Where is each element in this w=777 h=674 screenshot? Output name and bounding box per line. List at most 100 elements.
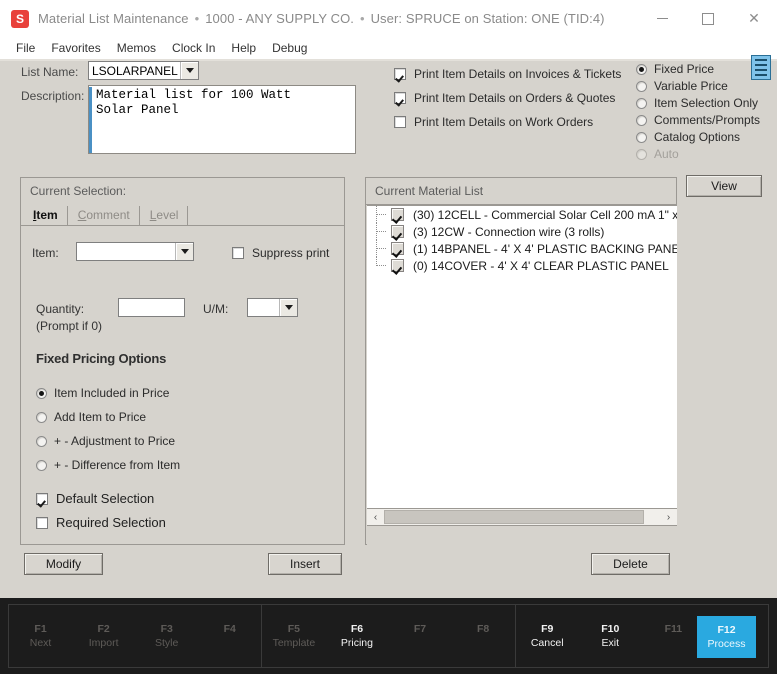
scrollbar-track[interactable] — [384, 509, 660, 525]
checkbox-icon[interactable] — [391, 208, 404, 221]
function-key-f6[interactable]: F6 Pricing — [325, 605, 388, 667]
checkbox-label: Print Item Details on Work Orders — [414, 115, 594, 129]
tree-connector-icon — [373, 240, 391, 257]
radio-icon — [636, 80, 647, 92]
list-item-label: (30) 12CELL - Commercial Solar Cell 200 … — [413, 207, 677, 222]
radio-catalog-options[interactable]: Catalog Options — [636, 130, 740, 144]
text-caret — [89, 87, 92, 153]
function-key-f4[interactable]: F4 — [198, 605, 261, 667]
material-list-footer — [367, 525, 677, 545]
description-label: Description: — [21, 89, 85, 103]
menu-item-memos[interactable]: Memos — [109, 39, 164, 57]
menu-item-help[interactable]: Help — [223, 39, 264, 57]
checkbox-print-orders-quotes[interactable]: Print Item Details on Orders & Quotes — [394, 91, 615, 105]
current-material-list-panel: Current Material List (30) 12CELL - Comm… — [365, 177, 677, 545]
horizontal-scrollbar[interactable]: ‹ › — [367, 508, 677, 525]
radio-adjustment-to-price[interactable]: + - Adjustment to Price — [36, 434, 175, 448]
checkbox-icon[interactable] — [391, 242, 404, 255]
list-item[interactable]: (3) 12CW - Connection wire (3 rolls) — [367, 223, 677, 240]
close-button[interactable]: ✕ — [731, 0, 777, 37]
list-name-combo[interactable]: LSOLARPANEL — [88, 61, 199, 80]
minimize-button[interactable] — [639, 0, 685, 37]
radio-item-selection-only[interactable]: Item Selection Only — [636, 96, 758, 110]
chevron-down-icon[interactable] — [279, 299, 297, 316]
company-name: 1000 - ANY SUPPLY CO. — [205, 11, 354, 26]
checkbox-icon — [36, 492, 48, 505]
function-key-groups: F1 Next F2 Import F3 Style F4 F5 Templat… — [8, 604, 769, 668]
checkbox-icon — [394, 92, 406, 104]
function-group-2: F5 Template F6 Pricing F7 F8 — [261, 605, 514, 667]
chevron-right-icon[interactable]: › — [660, 509, 677, 525]
radio-label: Item Included in Price — [54, 386, 170, 400]
radio-fixed-price[interactable]: Fixed Price — [636, 62, 714, 76]
tree-connector-icon — [373, 257, 391, 274]
menu-item-favorites[interactable]: Favorites — [43, 39, 108, 57]
checkbox-required-selection[interactable]: Required Selection — [36, 515, 166, 530]
radio-icon — [636, 114, 647, 126]
list-item[interactable]: (1) 14BPANEL - 4' X 4' PLASTIC BACKING P… — [367, 240, 677, 257]
radio-label: Item Selection Only — [654, 96, 759, 110]
list-item[interactable]: (0) 14COVER - 4' X 4' CLEAR PLASTIC PANE… — [367, 257, 677, 274]
radio-difference-from-item[interactable]: + - Difference from Item — [36, 458, 180, 472]
checkbox-icon[interactable] — [391, 225, 404, 238]
menu-item-file[interactable]: File — [8, 39, 43, 57]
item-combo[interactable] — [76, 242, 194, 261]
radio-add-item-to-price[interactable]: Add Item to Price — [36, 410, 146, 424]
insert-button[interactable]: Insert — [268, 553, 342, 575]
pricing-options-title: Fixed Pricing Options — [36, 351, 167, 366]
checkbox-print-invoices-tickets[interactable]: Print Item Details on Invoices & Tickets — [394, 67, 621, 81]
checkbox-label: Print Item Details on Orders & Quotes — [414, 91, 616, 105]
function-key-f1[interactable]: F1 Next — [9, 605, 72, 667]
radio-comments-prompts[interactable]: Comments/Prompts — [636, 113, 760, 127]
um-combo[interactable] — [247, 298, 298, 317]
list-name-value: LSOLARPANEL — [92, 63, 178, 78]
quantity-input[interactable] — [118, 298, 185, 317]
checkbox-icon[interactable] — [391, 259, 404, 272]
radio-label: Variable Price — [654, 79, 728, 93]
checkbox-icon — [36, 516, 48, 529]
chevron-down-icon[interactable] — [180, 62, 198, 79]
radio-variable-price[interactable]: Variable Price — [636, 79, 728, 93]
chevron-left-icon[interactable]: ‹ — [367, 509, 384, 525]
minimize-icon — [656, 18, 668, 19]
app-icon: S — [11, 9, 29, 28]
radio-label: + - Adjustment to Price — [54, 434, 176, 448]
item-value — [77, 243, 175, 260]
tree-connector-icon — [373, 223, 391, 240]
function-key-f7[interactable]: F7 — [388, 605, 451, 667]
radio-label: Catalog Options — [654, 130, 741, 144]
checkbox-suppress-print[interactable]: Suppress print — [232, 246, 329, 260]
checkbox-print-work-orders[interactable]: Print Item Details on Work Orders — [394, 115, 593, 129]
radio-icon — [36, 459, 47, 471]
window-title: Material List Maintenance — [38, 11, 189, 26]
radio-item-included-in-price[interactable]: Item Included in Price — [36, 386, 169, 400]
list-item[interactable]: (30) 12CELL - Commercial Solar Cell 200 … — [367, 206, 677, 223]
function-key-f2[interactable]: F2 Import — [72, 605, 135, 667]
function-key-f12-process[interactable]: F12 Process — [696, 616, 756, 658]
function-key-f8[interactable]: F8 — [452, 605, 515, 667]
function-key-f10[interactable]: F10 Exit — [579, 605, 642, 667]
chevron-down-icon[interactable] — [175, 243, 193, 260]
scrollbar-thumb[interactable] — [384, 510, 644, 524]
checkbox-icon — [232, 247, 244, 259]
menu-item-debug[interactable]: Debug — [264, 39, 315, 57]
function-group-3: F9 Cancel F10 Exit F11 F12 Process — [514, 605, 768, 667]
tab-item[interactable]: Item — [29, 206, 68, 225]
maximize-button[interactable] — [685, 0, 731, 37]
modify-button[interactable]: Modify — [24, 553, 103, 575]
material-list-tree[interactable]: (30) 12CELL - Commercial Solar Cell 200 … — [367, 205, 677, 508]
function-key-f9[interactable]: F9 Cancel — [516, 605, 579, 667]
function-key-f3[interactable]: F3 Style — [135, 605, 198, 667]
function-key-f11[interactable]: F11 — [642, 605, 705, 667]
list-options-icon[interactable] — [751, 55, 771, 80]
tab-level[interactable]: Level — [146, 206, 189, 225]
description-textarea[interactable]: Material list for 100 Watt Solar Panel — [88, 85, 356, 154]
menu-item-clock-in[interactable]: Clock In — [164, 39, 223, 57]
function-key-f5[interactable]: F5 Template — [262, 605, 325, 667]
tab-comment[interactable]: Comment — [74, 206, 140, 225]
checkbox-default-selection[interactable]: Default Selection — [36, 491, 154, 506]
view-button[interactable]: View — [686, 175, 762, 197]
checkbox-label: Print Item Details on Invoices & Tickets — [414, 67, 622, 81]
delete-button[interactable]: Delete — [591, 553, 670, 575]
radio-icon — [36, 387, 47, 399]
